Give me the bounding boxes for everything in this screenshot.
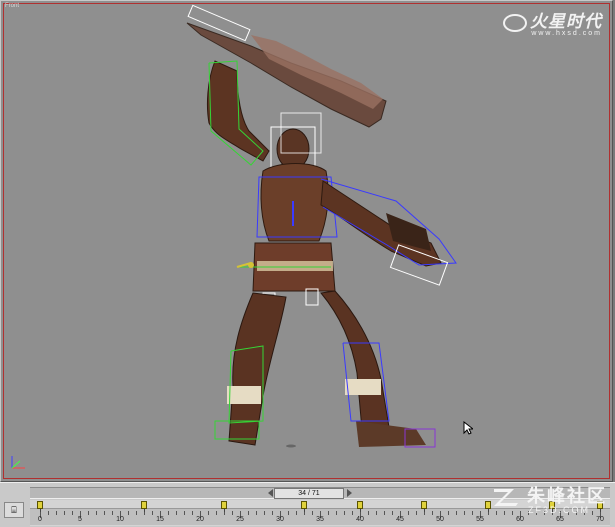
timeline-tick xyxy=(232,511,233,515)
keyframe-marker[interactable] xyxy=(221,501,227,509)
timeline-tick xyxy=(136,511,137,515)
timeline-tick xyxy=(248,511,249,515)
hxsd-logo-icon xyxy=(503,13,527,32)
zf3d-watermark-title: 朱峰社区 xyxy=(527,486,607,506)
keyframe-stem xyxy=(144,509,145,512)
timeline-tick xyxy=(272,511,273,515)
left-leg[interactable] xyxy=(214,292,287,446)
timeline-tick xyxy=(256,511,257,515)
right-leg[interactable] xyxy=(320,290,436,448)
keyframe-marker[interactable] xyxy=(301,501,307,509)
timeline-tick-label: 60 xyxy=(516,516,524,523)
timeline-tick xyxy=(408,511,409,515)
scene-render[interactable] xyxy=(1,1,614,483)
keyframe-marker[interactable] xyxy=(485,501,491,509)
timeline-tick-label: 65 xyxy=(556,516,564,523)
timeline-tick-label: 35 xyxy=(316,516,324,523)
keyframe-marker[interactable] xyxy=(357,501,363,509)
timeline-tick-label: 25 xyxy=(236,516,244,523)
keyframe-stem xyxy=(224,509,225,512)
timeline-tick xyxy=(96,511,97,515)
timeline-tick xyxy=(376,511,377,515)
timeline-tick xyxy=(208,511,209,515)
head[interactable] xyxy=(270,112,322,172)
hxsd-watermark: 火星时代 www.hxsd.com xyxy=(503,7,602,37)
extended-arm[interactable] xyxy=(320,178,457,286)
timeline-tick xyxy=(384,511,385,515)
timeline-tick xyxy=(464,511,465,515)
timeline-tick xyxy=(328,511,329,515)
mouse-cursor-icon xyxy=(463,421,473,435)
timeline-tick xyxy=(192,511,193,515)
keyframe-marker[interactable] xyxy=(141,501,147,509)
timeline-tick-label: 55 xyxy=(476,516,484,523)
timeline-tick-label: 30 xyxy=(276,516,284,523)
timeline-tick xyxy=(112,511,113,515)
timeline-tick xyxy=(104,511,105,515)
keyframe-marker[interactable] xyxy=(421,501,427,509)
keyframe-stem xyxy=(424,509,425,512)
timeline-tick-label: 45 xyxy=(396,516,404,523)
keyframe-stem xyxy=(304,509,305,512)
timeline-tick xyxy=(88,511,89,515)
timeline-tick xyxy=(448,511,449,515)
mini-curve-editor-button[interactable]: ⌸ xyxy=(4,502,24,518)
timeline-tick xyxy=(64,511,65,515)
timeline-tick xyxy=(56,511,57,515)
timeline-tick xyxy=(152,511,153,515)
keyframe-stem xyxy=(488,509,489,512)
keyframe-marker[interactable] xyxy=(37,501,43,509)
zf3d-watermark: 朱峰社区 ZF3D.COM xyxy=(492,482,607,515)
timeline-tick xyxy=(416,511,417,515)
keyframe-stem xyxy=(360,509,361,512)
timeline-tick-label: 5 xyxy=(78,516,82,523)
timeline-tick-label: 0 xyxy=(38,516,42,523)
next-frame-arrow-icon[interactable] xyxy=(347,489,352,497)
timeline-tick xyxy=(288,511,289,515)
timeline-tick xyxy=(296,511,297,515)
timeline-tick-label: 15 xyxy=(156,516,164,523)
time-slider-thumb[interactable]: 34 / 71 xyxy=(274,488,344,499)
keyframe-stem xyxy=(40,509,41,512)
timeline-tick xyxy=(184,511,185,515)
ground-shadow xyxy=(286,444,296,448)
zf3d-logo-icon xyxy=(493,489,518,507)
viewport-front[interactable]: Front 火星时代 www.hxsd.com xyxy=(0,0,613,482)
timeline-tick-label: 10 xyxy=(116,516,124,523)
timeline-tick xyxy=(128,511,129,515)
timeline-tick xyxy=(456,511,457,515)
raised-arm[interactable] xyxy=(206,60,270,166)
timeline-tick xyxy=(352,511,353,515)
timeline-tick xyxy=(48,511,49,515)
prev-frame-arrow-icon[interactable] xyxy=(268,489,273,497)
timeline-tick xyxy=(392,511,393,515)
timeline-tick xyxy=(216,511,217,515)
timeline-tick xyxy=(72,511,73,515)
axis-gizmo-icon xyxy=(11,456,25,469)
timeline-tick xyxy=(312,511,313,515)
timeline-tick xyxy=(264,511,265,515)
timeline-tick xyxy=(344,511,345,515)
hxsd-watermark-title: 火星时代 xyxy=(530,12,602,31)
timeline-tick-label: 70 xyxy=(596,516,604,523)
timeline-tick xyxy=(472,511,473,515)
timeline-tick xyxy=(368,511,369,515)
timeline-tick-label: 50 xyxy=(436,516,444,523)
timeline-tick-label: 40 xyxy=(356,516,364,523)
timeline-tick xyxy=(176,511,177,515)
timeline-tick xyxy=(432,511,433,515)
timeline-tick xyxy=(336,511,337,515)
timeline-tick-label: 20 xyxy=(196,516,204,523)
timeline-tick xyxy=(168,511,169,515)
